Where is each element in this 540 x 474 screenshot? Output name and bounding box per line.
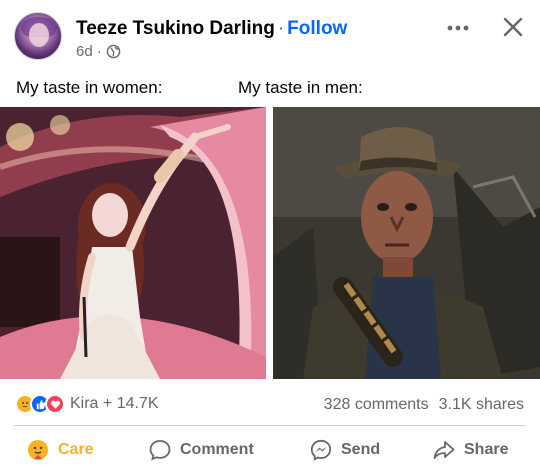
comment-button[interactable]: Comment: [148, 438, 254, 462]
more-options-button[interactable]: [444, 14, 472, 42]
stage-performer-illustration: [0, 107, 266, 379]
care-emoji-icon: [28, 440, 48, 460]
post-meta: 6d ·: [76, 43, 121, 60]
send-label: Send: [341, 441, 381, 458]
caption-right: My taste in men:: [238, 78, 363, 97]
post-photo-men[interactable]: [273, 107, 540, 379]
comment-icon: [149, 440, 171, 461]
cowboy-ghoul-illustration: [273, 107, 540, 379]
comments-count[interactable]: 328 comments: [324, 396, 429, 413]
shares-count[interactable]: 3.1K shares: [439, 396, 524, 413]
post-actions-bar: Care Comment Send Share: [0, 430, 540, 474]
reactions-summary[interactable]: Kira + 14.7K: [15, 394, 159, 414]
love-react-icon: [45, 394, 65, 414]
post-stats: Kira + 14.7K 328 comments 3.1K shares: [0, 384, 540, 424]
close-icon: [503, 17, 523, 37]
send-button[interactable]: Send: [309, 438, 380, 462]
share-button[interactable]: Share: [432, 438, 508, 462]
post-photo-women[interactable]: [0, 107, 266, 379]
post-time[interactable]: 6d: [76, 43, 93, 60]
messenger-icon: [310, 439, 332, 461]
comment-label: Comment: [180, 441, 254, 458]
author-avatar[interactable]: [14, 12, 62, 60]
engagement-counts: 328 comments 3.1K shares: [324, 396, 524, 414]
actions-divider: [14, 425, 526, 426]
follow-button[interactable]: Follow: [287, 18, 347, 39]
meta-separator: ·: [96, 43, 102, 60]
separator-dot: ·: [277, 18, 285, 39]
reactions-count: Kira + 14.7K: [70, 395, 159, 412]
avatar-face: [29, 23, 49, 47]
post-header: Teeze Tsukino Darling · Follow 6d ·: [0, 0, 540, 70]
globe-icon: [106, 44, 120, 59]
care-label: Care: [58, 441, 94, 458]
more-icon: [447, 25, 469, 31]
share-label: Share: [464, 441, 509, 458]
caption-left: My taste in women:: [16, 78, 163, 97]
author-name[interactable]: Teeze Tsukino Darling: [76, 18, 275, 39]
author-line: Teeze Tsukino Darling · Follow: [76, 18, 347, 40]
share-icon: [433, 441, 455, 459]
close-button[interactable]: [498, 12, 528, 42]
care-button[interactable]: Care: [26, 438, 94, 462]
